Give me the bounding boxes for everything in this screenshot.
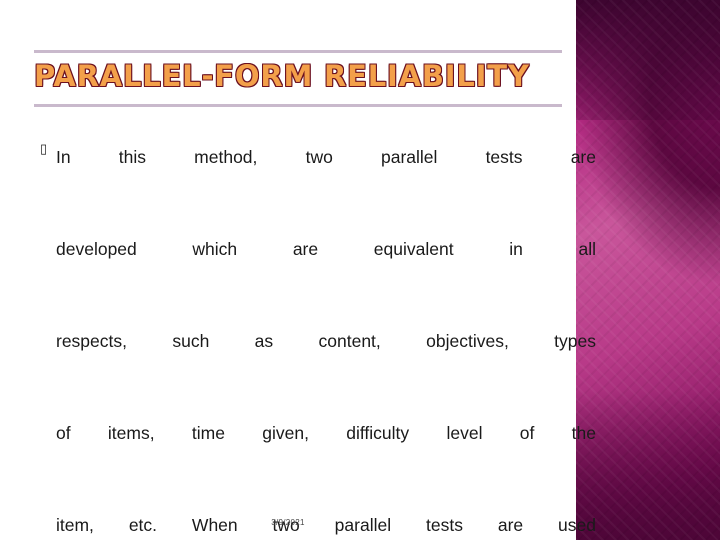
body-line: of items, time given, difficulty level o…: [56, 423, 596, 443]
decorative-right-band: [576, 0, 720, 540]
bullet-marker-icon: ▯: [40, 141, 48, 156]
title-rule-top: [34, 50, 562, 53]
body-line: In this method, two parallel tests are: [56, 147, 596, 167]
title-rule-bottom: [34, 104, 562, 107]
title-area: PARALLEL-FORM RELIABILITY: [34, 50, 574, 107]
band-shadow-top: [576, 0, 720, 120]
body-paragraph: In this method, two parallel tests are d…: [56, 134, 596, 540]
body-line: developed which are equivalent in all: [56, 239, 596, 259]
bullet-paragraph: ▯ In this method, two parallel tests are…: [40, 134, 596, 540]
body-line: respects, such as content, objectives, t…: [56, 331, 596, 351]
date-stamp: 3/9/2021: [271, 518, 305, 527]
page-title: PARALLEL-FORM RELIABILITY: [34, 59, 530, 93]
band-shadow-bottom: [576, 390, 720, 540]
body-content: ▯ In this method, two parallel tests are…: [40, 134, 596, 540]
slide-canvas: PARALLEL-FORM RELIABILITY ▯ In this meth…: [0, 0, 720, 540]
